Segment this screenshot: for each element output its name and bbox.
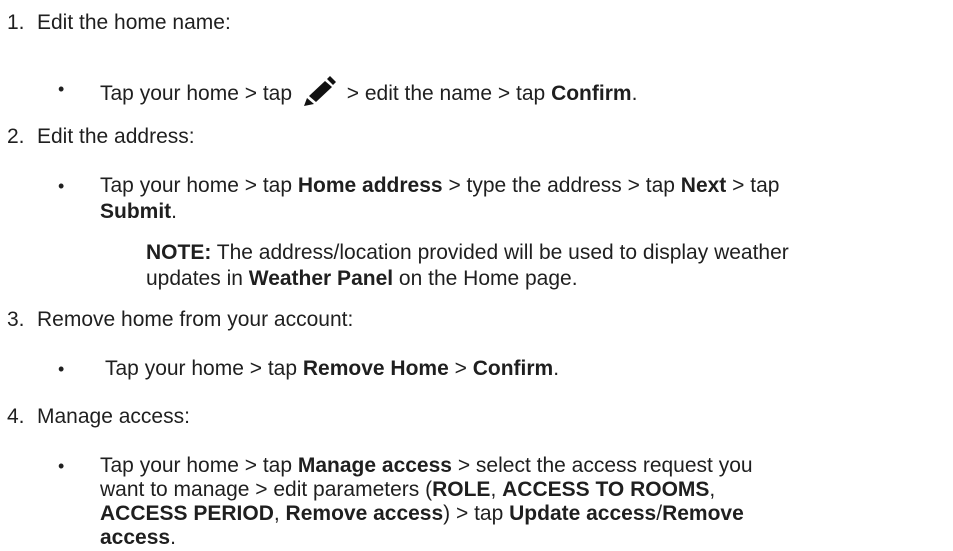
bullet-text: Tap your home > tap Remove Home > Confir… (105, 357, 560, 380)
note: NOTE: The address/location provided will… (146, 241, 789, 264)
step-number: 4. (7, 405, 25, 428)
bullet-text: Tap your home > tap > edit the name > ta… (100, 76, 637, 113)
bullet-icon: • (58, 79, 65, 99)
pencil-edit-icon (301, 76, 337, 113)
step-title: Edit the home name: (37, 11, 231, 34)
bullet-text: Tap your home > tap Manage access > sele… (100, 454, 753, 477)
bullet-icon: • (58, 456, 65, 476)
step-title: Remove home from your account: (37, 308, 354, 331)
step-number: 2. (7, 125, 25, 148)
step-title: Edit the address: (37, 125, 195, 148)
bullet-text: Tap your home > tap Home address > type … (100, 174, 780, 197)
instructions-page: 1. Edit the home name: • Tap your home >… (7, 11, 789, 549)
step-title: Manage access: (37, 405, 190, 428)
bullet-icon: • (58, 176, 65, 196)
note-label: NOTE: (146, 241, 212, 264)
bullet-icon: • (58, 359, 65, 379)
step-number: 3. (7, 308, 25, 331)
step-number: 1. (7, 11, 25, 34)
